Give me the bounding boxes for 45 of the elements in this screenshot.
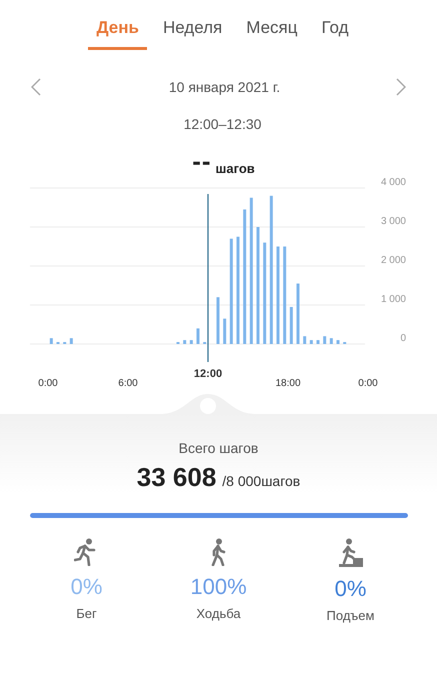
- period-tab[interactable]: Месяц: [238, 14, 306, 50]
- activity-label: Бег: [76, 606, 97, 621]
- walker-icon: [208, 538, 228, 566]
- cursor-time: 12:00: [194, 368, 222, 380]
- bar: [183, 340, 186, 344]
- period-tab[interactable]: Неделя: [154, 14, 230, 50]
- x-axis-label: 6:00: [118, 378, 138, 389]
- y-axis-label: 2 000: [380, 255, 406, 266]
- x-axis-label: 18:00: [275, 378, 301, 389]
- activity-label: Подъем: [326, 608, 374, 623]
- bar: [190, 340, 193, 344]
- activity-percent: 0%: [334, 576, 366, 602]
- total-label: Всего шагов: [178, 440, 258, 456]
- bar: [310, 340, 313, 344]
- bar: [323, 336, 326, 344]
- previous-icon[interactable]: [31, 78, 41, 96]
- y-axis-label: 3 000: [380, 216, 406, 227]
- y-axis-label: 0: [400, 333, 406, 344]
- bar: [196, 328, 200, 344]
- bar: [216, 297, 220, 344]
- goal-text: /8 000шагов: [222, 473, 300, 489]
- x-axis-label: 0:00: [358, 378, 378, 389]
- date-label: 10 января 2021 г.: [168, 79, 280, 95]
- y-axis-label: 1 000: [380, 294, 406, 305]
- stairs-climber-icon: [338, 538, 364, 568]
- period-tab[interactable]: Год: [313, 14, 357, 50]
- step-value: --: [192, 150, 212, 172]
- bar: [330, 338, 333, 344]
- activity-percent: 100%: [190, 574, 247, 600]
- bar: [70, 338, 73, 344]
- bar: [296, 284, 300, 344]
- x-axis-label: 0:00: [38, 378, 58, 389]
- next-icon[interactable]: [396, 78, 406, 96]
- bar: [336, 340, 340, 344]
- step-unit: шагов: [216, 161, 255, 176]
- activity-percent: 0%: [70, 574, 102, 600]
- bar: [303, 336, 306, 344]
- y-axis-label: 4 000: [380, 177, 406, 188]
- bar: [316, 340, 320, 344]
- bar: [50, 338, 53, 344]
- activity-label: Ходьба: [196, 606, 241, 621]
- bar: [223, 318, 226, 344]
- time-range: 12:00–12:30: [182, 116, 262, 132]
- total-steps: 33 608: [136, 462, 216, 493]
- bar: [290, 306, 293, 344]
